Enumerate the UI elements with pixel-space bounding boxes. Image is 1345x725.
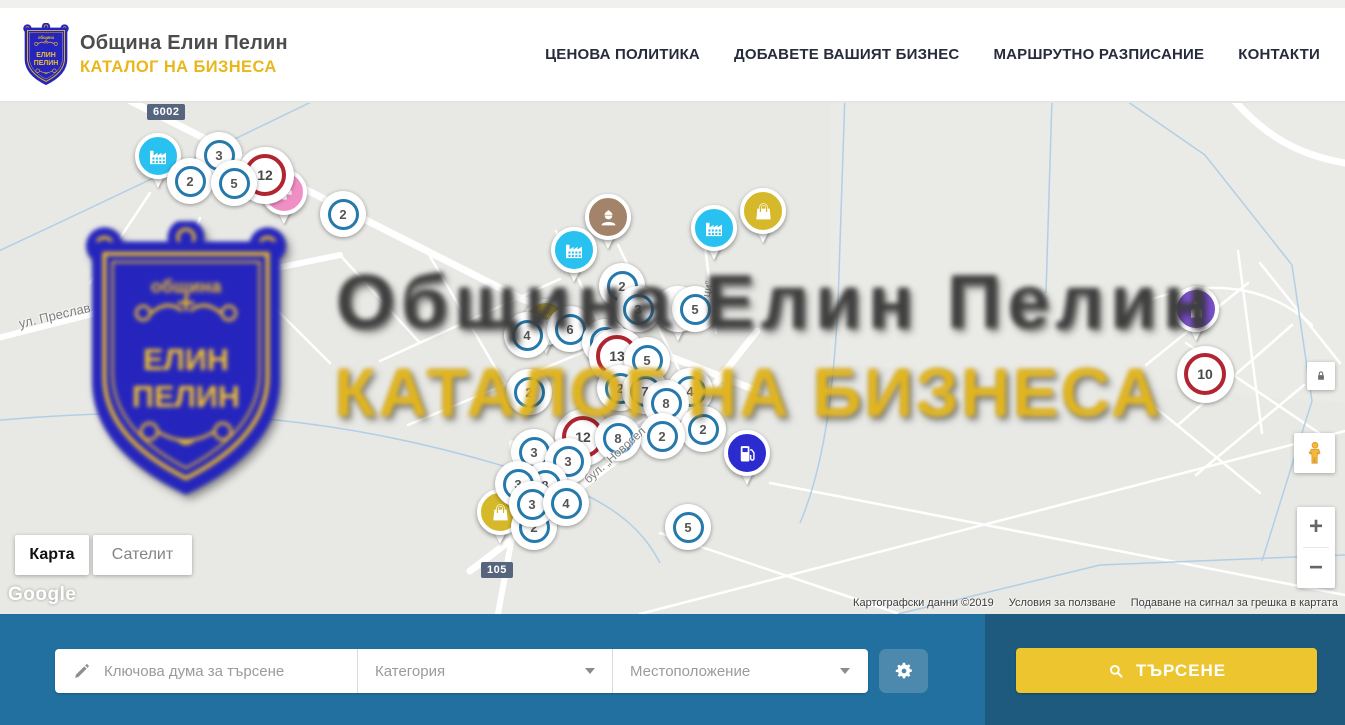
- cluster-count: 5: [219, 168, 250, 199]
- bag-pin[interactable]: [740, 188, 786, 234]
- search-bar: Категория Местоположение ТЪРСЕНЕ: [0, 614, 1345, 725]
- search-icon: [1107, 662, 1125, 680]
- cluster-marker[interactable]: 4: [543, 480, 589, 526]
- search-button-label: ТЪРСЕНЕ: [1136, 661, 1226, 681]
- factory-pin[interactable]: [691, 205, 737, 251]
- map[interactable]: 6002105ул. Преславбул. „Новоселци"321252…: [0, 103, 1345, 614]
- road-badge: 6002: [147, 104, 185, 120]
- cluster-count: 3: [623, 294, 654, 325]
- cluster-count: 2: [514, 377, 545, 408]
- top-strip: [0, 0, 1345, 8]
- church-icon: [1185, 298, 1208, 321]
- road-badge: 105: [481, 562, 513, 578]
- cluster-marker[interactable]: 4: [504, 312, 550, 358]
- bag-icon: [752, 200, 775, 223]
- search-button[interactable]: ТЪРСЕНЕ: [1016, 648, 1317, 693]
- map-attribution: Картографски данни ©2019 Условия за полз…: [853, 597, 1338, 609]
- map-type-satellite-button[interactable]: Сателит: [93, 535, 192, 575]
- location-dropdown[interactable]: Местоположение: [612, 649, 867, 693]
- cluster-marker[interactable]: 2: [320, 191, 366, 237]
- pegman-icon: [1302, 439, 1328, 467]
- attribution-report-error-link[interactable]: Подаване на сигнал за грешка в картата: [1131, 597, 1338, 609]
- search-fields: Категория Местоположение: [55, 649, 868, 693]
- google-logo[interactable]: Google: [8, 584, 76, 606]
- map-type-control: Карта Сателит: [15, 535, 192, 575]
- cluster-marker[interactable]: 2: [506, 369, 552, 415]
- fuel-pin[interactable]: [724, 430, 770, 476]
- lock-icon: [1314, 369, 1328, 383]
- worker-icon: [597, 206, 620, 229]
- cluster-marker[interactable]: 2: [680, 406, 726, 452]
- cluster-count: 4: [551, 488, 582, 519]
- cluster-marker[interactable]: 10: [1177, 346, 1234, 403]
- worker-pin[interactable]: [585, 194, 631, 240]
- cluster-count: 6: [555, 314, 586, 345]
- church-pin[interactable]: [1173, 286, 1219, 332]
- cluster-count: 2: [688, 414, 719, 445]
- map-type-map-button[interactable]: Карта: [15, 535, 89, 575]
- keyword-search-input[interactable]: [104, 663, 344, 680]
- cluster-count: 10: [1184, 353, 1226, 395]
- factory-pin[interactable]: [551, 227, 597, 273]
- cluster-count: 5: [680, 294, 711, 325]
- zoom-out-button[interactable]: −: [1297, 548, 1335, 588]
- attribution-copyright: Картографски данни ©2019: [853, 597, 994, 609]
- markers-layer: 6002105ул. Преславбул. „Новоселци"321252…: [0, 103, 1345, 614]
- zoom-control: + −: [1297, 507, 1335, 588]
- factory-icon: [703, 217, 726, 240]
- main-nav: ЦЕНОВА ПОЛИТИКА ДОБАВЕТЕ ВАШИЯТ БИЗНЕС М…: [545, 46, 1320, 63]
- brand-logo[interactable]: Община Елин Пелин КАТАЛОГ НА БИЗНЕСА: [22, 23, 288, 87]
- cluster-count: 2: [175, 166, 206, 197]
- zoom-in-button[interactable]: +: [1297, 507, 1335, 547]
- cluster-marker[interactable]: 2: [167, 158, 213, 204]
- nav-item-add-business[interactable]: ДОБАВЕТЕ ВАШИЯТ БИЗНЕС: [734, 46, 959, 63]
- pencil-icon: [72, 662, 91, 681]
- site-subtitle: КАТАЛОГ НА БИЗНЕСА: [80, 58, 288, 77]
- cluster-count: 2: [328, 199, 359, 230]
- chevron-down-icon: [585, 668, 595, 674]
- cluster-count: 4: [512, 320, 543, 351]
- fuel-icon: [736, 442, 759, 465]
- attribution-terms-link[interactable]: Условия за ползване: [1009, 597, 1116, 609]
- gear-icon: [893, 660, 915, 682]
- keyword-field-wrap: [55, 649, 357, 693]
- header: Община Елин Пелин КАТАЛОГ НА БИЗНЕСА ЦЕН…: [0, 8, 1345, 103]
- lock-button[interactable]: [1307, 362, 1335, 390]
- street-label: ул. Преслав: [17, 300, 92, 331]
- nav-item-pricing[interactable]: ЦЕНОВА ПОЛИТИКА: [545, 46, 700, 63]
- factory-icon: [147, 145, 170, 168]
- nav-item-route-schedule[interactable]: МАРШРУТНО РАЗПИСАНИЕ: [993, 46, 1204, 63]
- advanced-settings-button[interactable]: [879, 649, 928, 693]
- category-dropdown-label: Категория: [375, 663, 445, 680]
- location-dropdown-label: Местоположение: [630, 663, 750, 680]
- municipality-crest-logo: [22, 23, 70, 87]
- category-dropdown[interactable]: Категория: [357, 649, 612, 693]
- cluster-count: 2: [647, 421, 678, 452]
- cluster-marker[interactable]: 3: [615, 286, 661, 332]
- cluster-count: 5: [673, 512, 704, 543]
- factory-icon: [563, 239, 586, 262]
- site-title: Община Елин Пелин: [80, 32, 288, 55]
- cluster-marker[interactable]: 5: [665, 504, 711, 550]
- nav-item-contacts[interactable]: КОНТАКТИ: [1238, 46, 1320, 63]
- chevron-down-icon: [840, 668, 850, 674]
- cluster-marker[interactable]: 5: [211, 160, 257, 206]
- pegman-control[interactable]: [1294, 433, 1335, 473]
